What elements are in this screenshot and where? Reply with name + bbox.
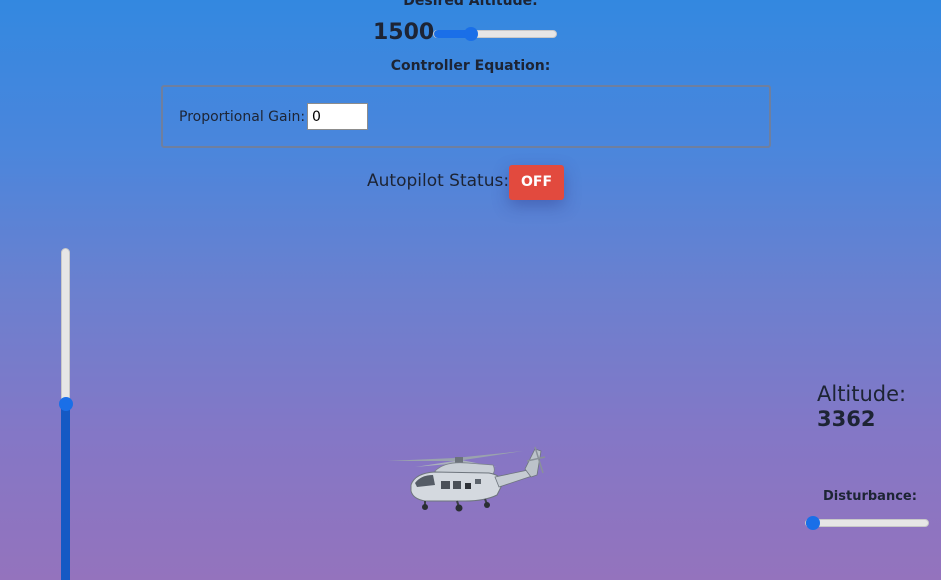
disturbance-slider[interactable] [805,516,929,530]
proportional-gain-label: Proportional Gain: [179,109,306,125]
altitude-label: Altitude: [817,382,907,406]
altitude-vertical-slider[interactable] [59,248,73,580]
controller-equation-title: Controller Equation: [390,58,551,74]
desired-altitude-value: 1500 [373,20,435,45]
autopilot-status-label: Autopilot Status: [367,171,510,191]
autopilot-toggle-button[interactable]: OFF [509,165,564,200]
disturbance-slider-knob[interactable] [806,516,821,530]
altitude-value: 3362 [817,407,876,431]
disturbance-label: Disturbance: [823,489,917,504]
altitude-slider-fill [61,404,70,580]
desired-altitude-label: Desired Altitude: [403,0,538,9]
helicopter-icon [387,446,546,512]
desired-altitude-slider[interactable] [433,27,557,41]
proportional-gain-input[interactable] [307,103,368,130]
altitude-slider-knob[interactable] [59,397,73,412]
desired-altitude-slider-knob[interactable] [463,27,478,41]
